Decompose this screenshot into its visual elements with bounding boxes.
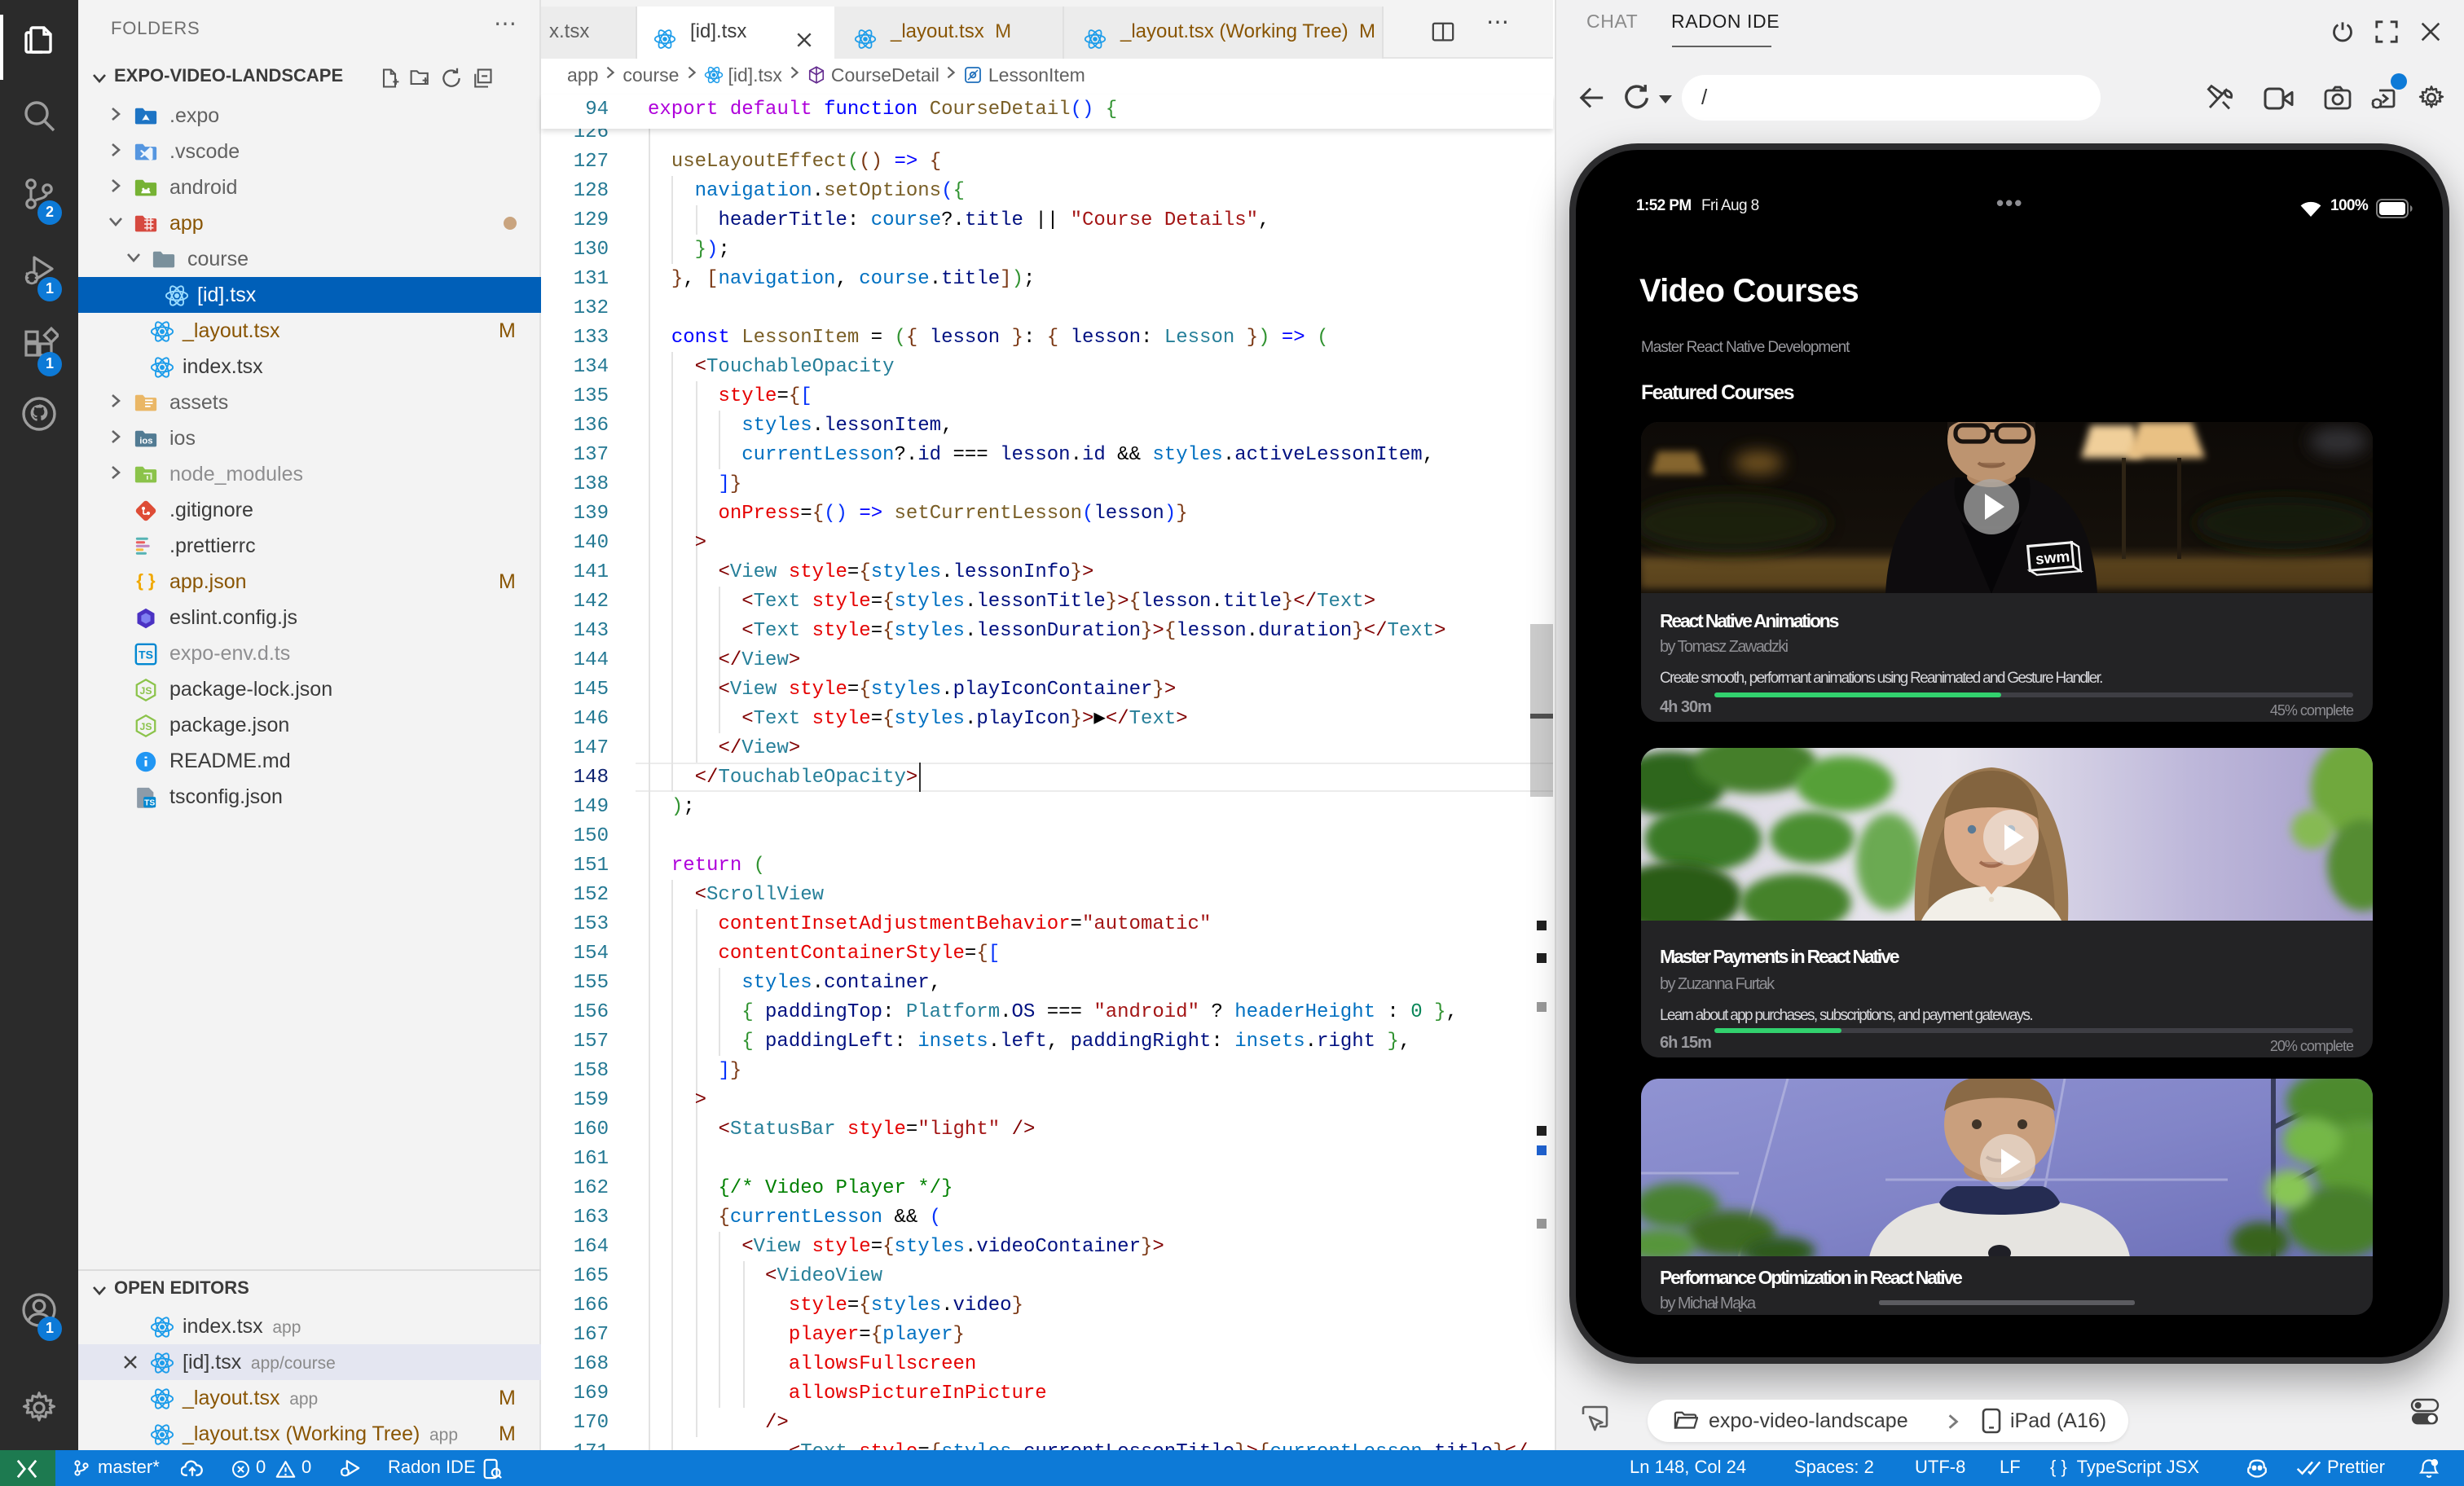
svg-text:JS: JS: [140, 684, 152, 696]
svg-text:ios: ios: [139, 436, 152, 446]
svg-text:TS: TS: [139, 648, 153, 661]
svg-text:JS: JS: [140, 720, 152, 732]
svg-text:swm: swm: [2035, 548, 2070, 569]
svg-text:TS: TS: [144, 798, 155, 807]
